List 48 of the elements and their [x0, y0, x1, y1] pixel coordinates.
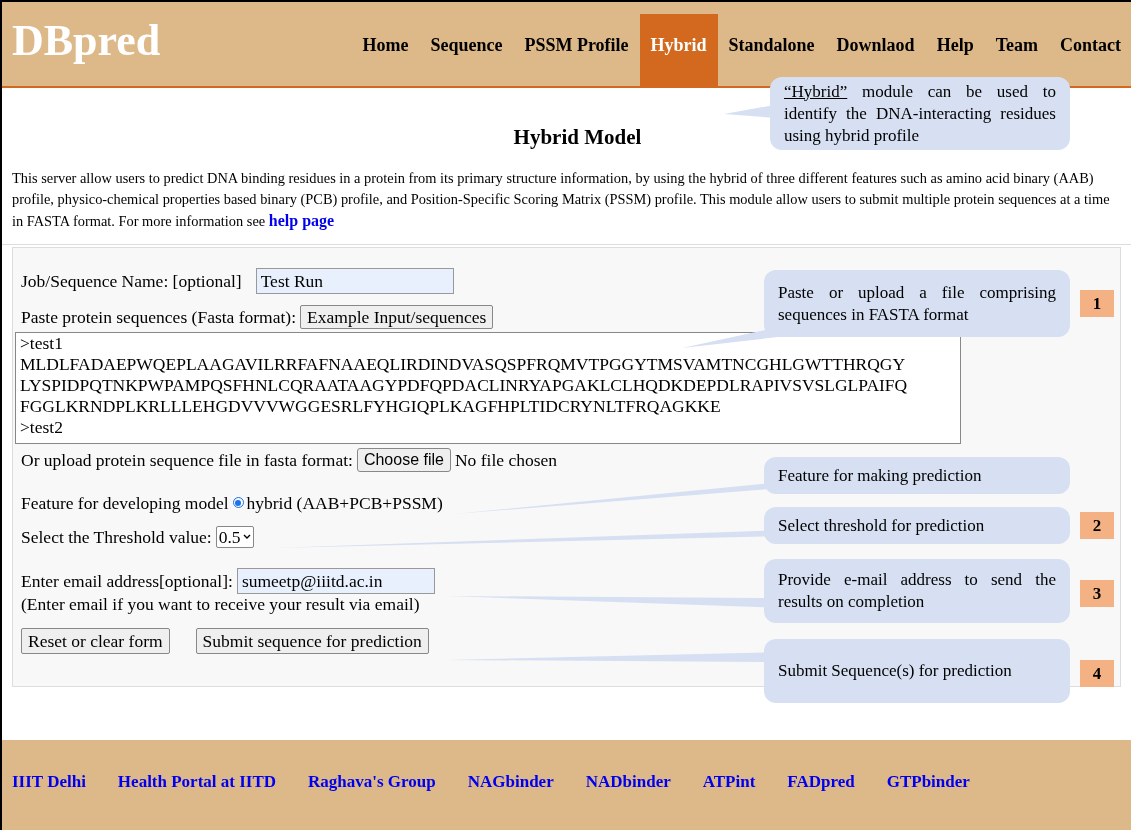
- nav-tab[interactable]: Help: [925, 14, 985, 58]
- nav-tab[interactable]: Team: [984, 14, 1049, 58]
- callout-text: Provide e-mail address to send the results on completion: [778, 569, 1056, 613]
- job-name-label: Job/Sequence Name: [optional]: [21, 269, 242, 293]
- footer-link[interactable]: Health Portal at IITD: [117, 769, 277, 795]
- example-button[interactable]: Example Input/sequences: [300, 304, 494, 329]
- footer-link[interactable]: GTPbinder: [886, 769, 970, 795]
- sequence-field[interactable]: >test1 MLDLFADAEPWQEPLAAGAVILRRFAFNAAEQLIRDINDVASQSPFRQMVTPGGYTMSVAMTNCGHLGWTTHRQGY LYSPIDPQTNKPWPAMPQSFHNLCQRAATAAGYPDFQPDACLINRYAPGAKLCLHQDKDEPDLRAPIVSVSLGLPAIFQ FGGLKRNDPLKRLLLEHGDVVVWGGESRLFYHGIQPLKAGFHPLTIDCRYNLTFRQAGKKE >test2: [15, 332, 961, 444]
- step-badge: 4: [1080, 660, 1114, 687]
- site-logo: DBpred: [12, 19, 161, 63]
- callout-text: “Hybrid” module can be used to identify the DNA-interacting residues using hybrid profile: [784, 80, 1056, 147]
- job-name-field[interactable]: Test Run: [255, 267, 454, 294]
- nav-tab[interactable]: PSSM Profile: [513, 14, 640, 58]
- email-note: (Enter email if you want to receive your result via email): [21, 594, 420, 615]
- footer-link[interactable]: NAGbinder: [467, 769, 554, 795]
- email-label: Enter email address[optional]:: [21, 570, 233, 593]
- footer-link[interactable]: Raghava's Group: [308, 769, 436, 795]
- paste-label: Paste protein sequences (Fasta format):: [21, 305, 297, 329]
- callout-text: Select threshold for prediction: [778, 514, 986, 537]
- threshold-label: Select the Threshold value:: [21, 525, 212, 549]
- nav-tab[interactable]: Sequence: [419, 14, 514, 58]
- email-field[interactable]: sumeetp@iiitd.ac.in: [236, 568, 435, 595]
- choose-file-button[interactable]: Choose file: [356, 448, 451, 473]
- footer-link[interactable]: NADbinder: [585, 769, 671, 795]
- nav-tab[interactable]: Standalone: [717, 14, 826, 58]
- submit-button[interactable]: Submit sequence for prediction: [195, 628, 429, 655]
- intro-paragraph: This server allow users to predict DNA binding residues in a protein from its primary structure information, by using the hybrid of three different features such as amino acid binary (AAB) profile, physico-chemical properties based binary (PCB) profile, and Position-Specific Scoring Matrix (PSSM) profile. This module allow users to submit multiple protein sequences at a time in FASTA format. For more information see help page: [11, 168, 1111, 232]
- footer-link[interactable]: FADpred: [787, 769, 855, 795]
- step-badge: 3: [1080, 580, 1114, 607]
- upload-label: Or upload protein sequence file in fasta format:: [21, 449, 353, 473]
- step-badge: 1: [1080, 290, 1114, 317]
- nav-tab[interactable]: Downlaod: [825, 14, 926, 58]
- callout-text: Paste or upload a file comprising sequences in FASTA format: [778, 281, 1056, 326]
- threshold-select[interactable]: 0.5: [215, 525, 254, 548]
- footer-link[interactable]: ATPint: [702, 769, 756, 795]
- step-badge: 2: [1080, 512, 1114, 539]
- reset-button[interactable]: Reset or clear form: [21, 628, 170, 655]
- nav-tab[interactable]: Contact: [1049, 14, 1131, 58]
- radio-label: hybrid (AAB+PCB+PSSM): [246, 491, 443, 515]
- help-link[interactable]: help page: [268, 211, 335, 229]
- nav-tab[interactable]: Hybrid: [639, 14, 718, 86]
- callout-text: Feature for making prediction: [778, 464, 983, 487]
- file-status: No file chosen: [454, 449, 557, 473]
- footer-link[interactable]: IIIT Delhi: [12, 769, 86, 795]
- callout-text: Submit Sequence(s) for prediction: [778, 660, 1013, 682]
- nav-tab[interactable]: Home: [351, 14, 420, 58]
- feature-label: Feature for developing model: [21, 491, 229, 515]
- page-title: Hybrid Model: [512, 124, 642, 151]
